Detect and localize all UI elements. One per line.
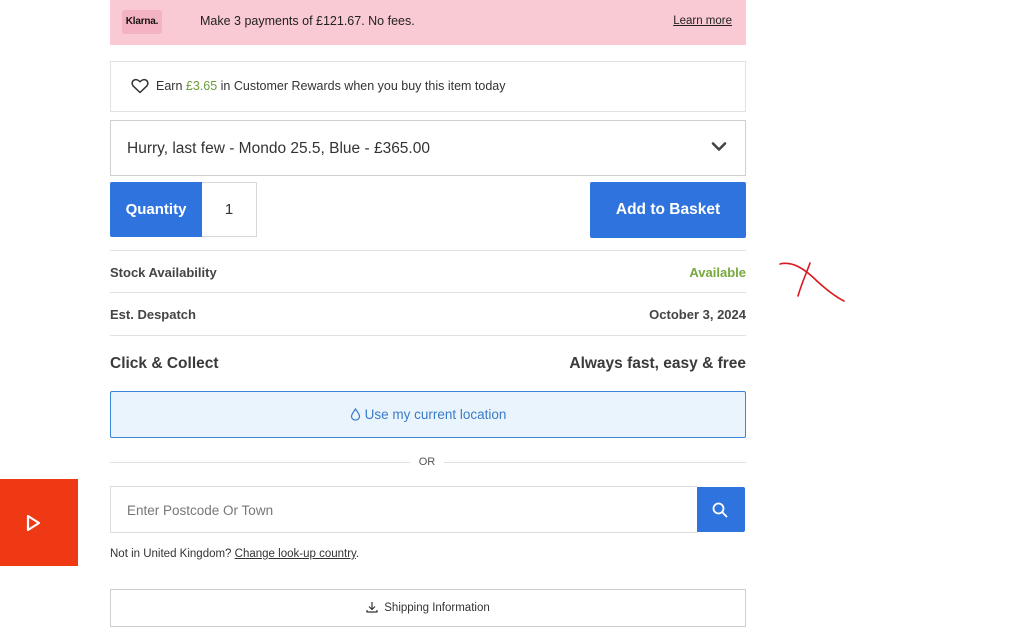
search-icon <box>712 502 728 518</box>
change-country-link[interactable]: Change look-up country <box>235 548 356 560</box>
shipping-button-content: Shipping Information <box>111 601 745 614</box>
klarna-payment-text: Make 3 payments of £121.67. No fees. <box>200 14 415 28</box>
shipping-information-button[interactable]: Shipping Information <box>110 589 746 627</box>
divider <box>110 292 746 293</box>
quantity-input[interactable]: 1 <box>202 182 257 237</box>
rewards-amount: £3.65 <box>185 79 218 93</box>
variant-selected-value: Hurry, last few - Mondo 25.5, Blue - £36… <box>127 140 430 157</box>
rewards-text: Earn £3.65 in Customer Rewards when you … <box>156 79 506 93</box>
heart-icon <box>131 78 149 94</box>
stock-availability-label: Stock Availability <box>110 265 217 280</box>
est-despatch-value: October 3, 2024 <box>649 307 746 322</box>
or-divider-right <box>444 462 746 463</box>
rewards-suffix: in Customer Rewards when you buy this it… <box>217 79 506 93</box>
not-in-uk-period: . <box>355 548 360 560</box>
divider <box>110 335 746 336</box>
play-icon <box>26 514 41 532</box>
postcode-input[interactable]: Enter Postcode Or Town <box>110 486 697 533</box>
customer-rewards-box: Earn £3.65 in Customer Rewards when you … <box>110 61 746 112</box>
klarna-learn-more-link[interactable]: Learn more <box>673 15 732 27</box>
not-in-uk-text: Not in United Kingdom? Change look-up co… <box>110 548 359 560</box>
not-in-uk-label: Not in United Kingdom? <box>110 548 232 560</box>
video-play-button[interactable] <box>0 479 78 566</box>
divider <box>110 250 746 251</box>
rewards-prefix: Earn <box>156 79 186 93</box>
variant-select[interactable]: Hurry, last few - Mondo 25.5, Blue - £36… <box>110 120 746 176</box>
or-label: OR <box>418 456 436 468</box>
quantity-label: Quantity <box>110 182 202 237</box>
pin-icon <box>350 408 360 421</box>
use-current-location-button[interactable]: Use my current location <box>110 391 746 438</box>
stock-availability-value: Available <box>689 265 746 280</box>
annotation-x-mark <box>779 262 845 302</box>
add-to-basket-button[interactable]: Add to Basket <box>590 182 746 238</box>
or-divider-left <box>110 462 410 463</box>
klarna-logo: Klarna. <box>122 10 162 34</box>
postcode-search-button[interactable] <box>697 487 745 532</box>
est-despatch-label: Est. Despatch <box>110 307 196 322</box>
shipping-label: Shipping Information <box>384 602 490 614</box>
location-button-content: Use my current location <box>111 407 745 422</box>
chevron-down-icon <box>711 142 727 151</box>
click-collect-tagline: Always fast, easy & free <box>569 355 746 372</box>
download-icon <box>366 602 378 613</box>
click-collect-title: Click & Collect <box>110 355 219 372</box>
klarna-banner: Klarna. Make 3 payments of £121.67. No f… <box>110 0 746 45</box>
postcode-placeholder: Enter Postcode Or Town <box>127 503 274 518</box>
location-button-label: Use my current location <box>364 407 507 422</box>
